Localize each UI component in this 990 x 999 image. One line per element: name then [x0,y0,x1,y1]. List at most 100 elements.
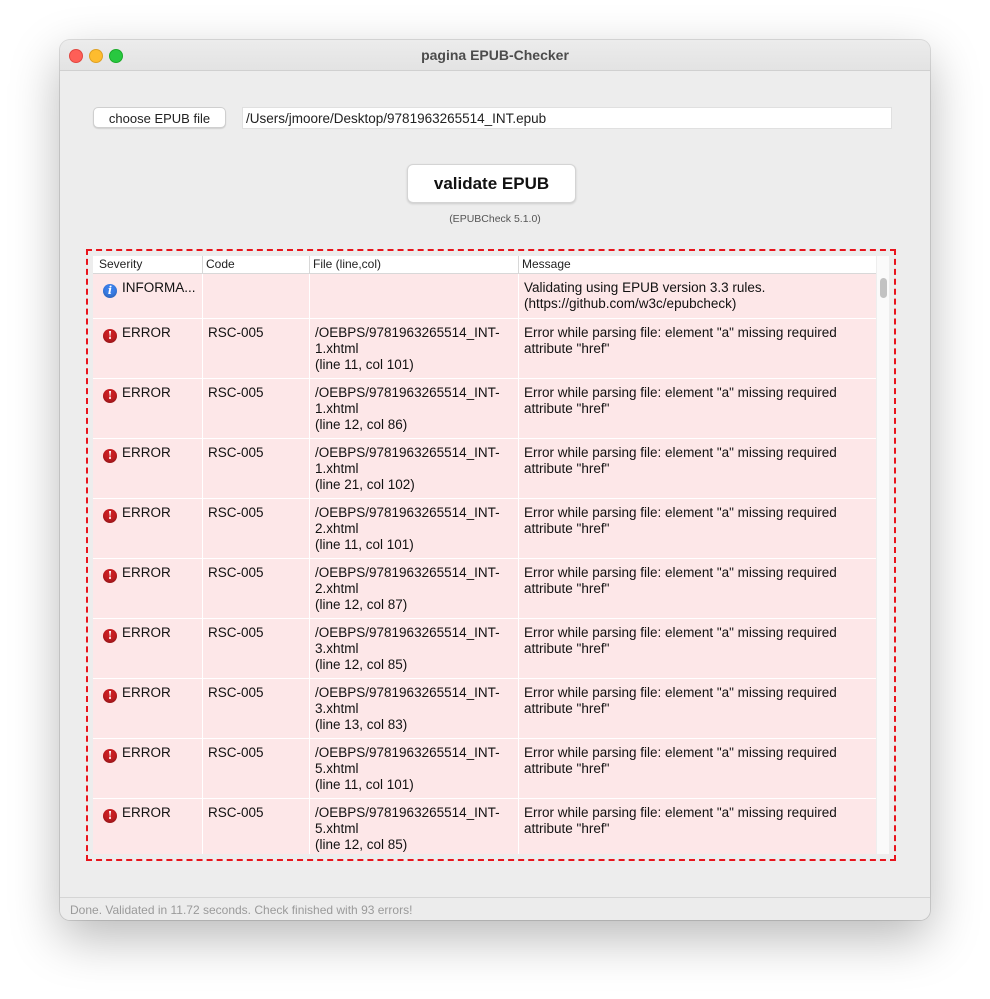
code-cell: RSC-005 [208,685,264,700]
exclamation-circle-icon: ! [103,749,117,763]
file-cell: /OEBPS/9781963265514_INT- 5.xhtml (line 11… [315,745,520,793]
column-divider[interactable] [518,256,519,273]
table-row[interactable]: ! ERROR RSC-005/OEBPS/9781963265514_INT- 5.… [93,799,876,854]
message-line: attribute "href" [524,521,610,536]
file-line: 3.xhtml [315,701,359,716]
file-line: 1.xhtml [315,341,359,356]
column-gridline [309,679,310,738]
table-row[interactable]: i INFORMA... Validating using EPUB version… [93,274,876,319]
severity-cell: ! ERROR [103,745,203,763]
severity-cell: ! ERROR [103,805,203,823]
column-divider[interactable] [309,256,310,273]
message-line: attribute "href" [524,701,610,716]
vertical-scrollbar[interactable] [876,256,889,854]
column-header-code[interactable]: Code [206,257,235,271]
table-row[interactable]: ! ERROR RSC-005/OEBPS/9781963265514_INT- 1.… [93,319,876,379]
results-rows: i INFORMA... Validating using EPUB version… [93,274,876,854]
code-cell: RSC-005 [208,325,264,340]
file-cell: /OEBPS/9781963265514_INT- 3.xhtml (line 13… [315,685,520,733]
severity-cell: ! ERROR [103,565,203,583]
column-gridline [309,559,310,618]
severity-label: INFORMA... [122,280,196,295]
choose-epub-file-button[interactable]: choose EPUB file [93,107,226,128]
file-line: /OEBPS/9781963265514_INT- [315,325,500,340]
table-row[interactable]: ! ERROR RSC-005/OEBPS/9781963265514_INT- 1.… [93,379,876,439]
column-gridline [309,274,310,318]
column-gridline [309,439,310,498]
file-line: /OEBPS/9781963265514_INT- [315,385,500,400]
message-line: attribute "href" [524,761,610,776]
column-header-message[interactable]: Message [522,257,571,271]
table-row[interactable]: ! ERROR RSC-005/OEBPS/9781963265514_INT- 2.… [93,559,876,619]
severity-label: ERROR [122,745,171,760]
column-header-file[interactable]: File (line,col) [313,257,381,271]
table-row[interactable]: ! ERROR RSC-005/OEBPS/9781963265514_INT- 3.… [93,679,876,739]
file-line: (line 12, col 85) [315,837,408,852]
message-line: Validating using EPUB version 3.3 rules. [524,280,766,295]
file-line: 2.xhtml [315,581,359,596]
file-line: /OEBPS/9781963265514_INT- [315,625,500,640]
message-cell: Error while parsing file: element "a" mi… [524,505,869,537]
epub-path-field[interactable] [242,107,892,129]
message-line: (https://github.com/w3c/epubcheck) [524,296,737,311]
file-cell: /OEBPS/9781963265514_INT- 2.xhtml (line 12… [315,565,520,613]
exclamation-circle-icon: ! [103,389,117,403]
file-line: 2.xhtml [315,521,359,536]
column-divider[interactable] [202,256,203,273]
exclamation-circle-icon: ! [103,329,117,343]
message-line: attribute "href" [524,581,610,596]
column-gridline [309,379,310,438]
title-bar: pagina EPUB-Checker [60,40,930,71]
file-line: (line 11, col 101) [315,777,414,792]
column-gridline [309,739,310,798]
severity-cell: ! ERROR [103,445,203,463]
code-cell: RSC-005 [208,565,264,580]
file-line: (line 12, col 87) [315,597,408,612]
file-line: 3.xhtml [315,641,359,656]
severity-cell: ! ERROR [103,325,203,343]
message-line: Error while parsing file: element "a" mi… [524,445,837,460]
message-line: Error while parsing file: element "a" mi… [524,805,837,820]
message-line: attribute "href" [524,821,610,836]
severity-label: ERROR [122,685,171,700]
exclamation-circle-icon: ! [103,689,117,703]
file-line: (line 13, col 83) [315,717,408,732]
table-row[interactable]: ! ERROR RSC-005/OEBPS/9781963265514_INT- 2.… [93,499,876,559]
message-line: Error while parsing file: element "a" mi… [524,505,837,520]
file-line: (line 12, col 85) [315,657,408,672]
code-cell: RSC-005 [208,805,264,820]
table-row[interactable]: ! ERROR RSC-005/OEBPS/9781963265514_INT- 1.… [93,439,876,499]
file-cell: /OEBPS/9781963265514_INT- 2.xhtml (line 11… [315,505,520,553]
severity-cell: ! ERROR [103,685,203,703]
table-row[interactable]: ! ERROR RSC-005/OEBPS/9781963265514_INT- 3.… [93,619,876,679]
file-line: /OEBPS/9781963265514_INT- [315,685,500,700]
severity-cell: ! ERROR [103,505,203,523]
message-cell: Error while parsing file: element "a" mi… [524,805,869,837]
results-table[interactable]: Severity Code File (line,col) Message iI… [93,256,889,854]
message-cell: Error while parsing file: element "a" mi… [524,325,869,357]
validate-epub-button[interactable]: validate EPUB [407,164,576,203]
file-cell: /OEBPS/9781963265514_INT- 1.xhtml (line 21… [315,445,520,493]
severity-label: ERROR [122,325,171,340]
message-line: attribute "href" [524,341,610,356]
exclamation-circle-icon: ! [103,629,117,643]
file-line: 1.xhtml [315,461,359,476]
message-cell: Error while parsing file: element "a" mi… [524,445,869,477]
status-bar: Done. Validated in 11.72 seconds. Check … [60,897,930,920]
file-line: /OEBPS/9781963265514_INT- [315,445,500,460]
message-cell: Error while parsing file: element "a" mi… [524,745,869,777]
severity-cell: i INFORMA... [103,280,203,298]
file-line: (line 12, col 86) [315,417,408,432]
code-cell: RSC-005 [208,505,264,520]
file-line: 5.xhtml [315,761,359,776]
message-line: attribute "href" [524,401,610,416]
severity-label: ERROR [122,505,171,520]
file-cell: /OEBPS/9781963265514_INT- 1.xhtml (line 11… [315,325,520,373]
severity-label: ERROR [122,625,171,640]
message-cell: Error while parsing file: element "a" mi… [524,385,869,417]
info-circle-icon: i [103,284,117,298]
scrollbar-thumb[interactable] [880,278,887,298]
epubcheck-version-label: (EPUBCheck 5.1.0) [449,213,541,225]
column-header-severity[interactable]: Severity [99,257,142,271]
table-row[interactable]: ! ERROR RSC-005/OEBPS/9781963265514_INT- 5.… [93,739,876,799]
